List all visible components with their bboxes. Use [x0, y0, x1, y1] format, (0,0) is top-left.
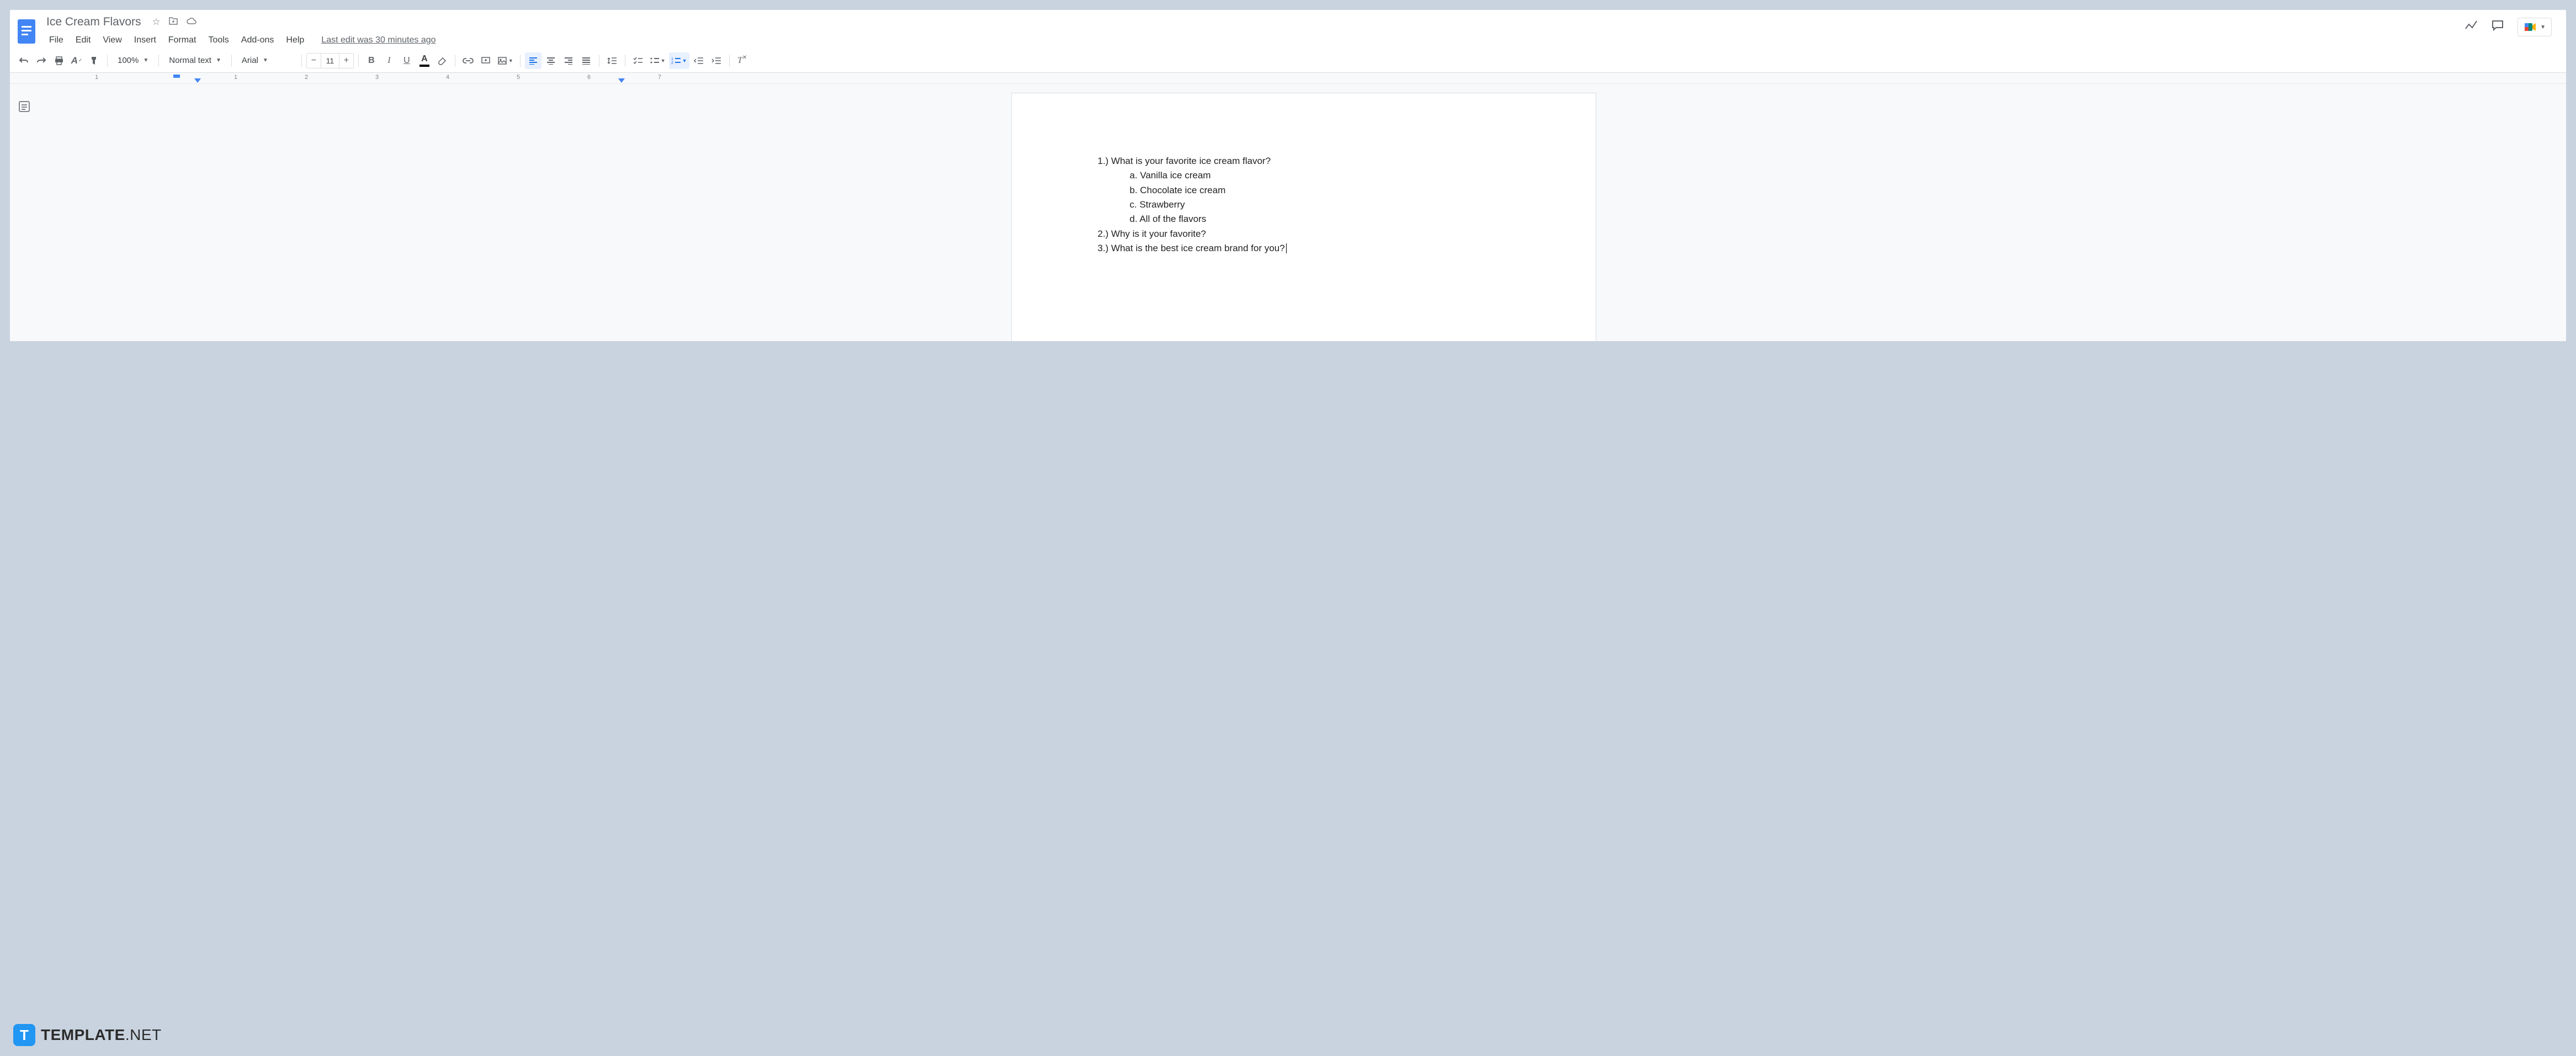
- text-cursor: [1286, 243, 1287, 253]
- separator: [729, 55, 730, 67]
- insert-image-button[interactable]: ▼: [495, 52, 516, 69]
- outline-gutter: [10, 84, 41, 341]
- document-title[interactable]: Ice Cream Flavors: [43, 14, 145, 30]
- menu-bar: File Edit View Insert Format Tools Add-o…: [43, 30, 2465, 47]
- font-size-control: − +: [306, 53, 354, 68]
- list-item[interactable]: b. Chocolate ice cream: [1095, 183, 1513, 198]
- menu-insert[interactable]: Insert: [129, 33, 161, 47]
- bulleted-list-button[interactable]: ▼: [647, 52, 668, 69]
- list-item[interactable]: d. All of the flavors: [1095, 212, 1513, 226]
- zoom-select[interactable]: 100%▼: [112, 52, 154, 69]
- insert-link-button[interactable]: [460, 52, 476, 69]
- outline-toggle-icon[interactable]: [18, 100, 33, 115]
- list-item[interactable]: 1.) What is your favorite ice cream flav…: [1095, 154, 1513, 168]
- watermark-logo-icon: T: [13, 1024, 35, 1046]
- spellcheck-button[interactable]: A✓: [68, 52, 85, 69]
- menu-tools[interactable]: Tools: [203, 33, 233, 47]
- increase-indent-button[interactable]: [708, 52, 725, 69]
- chevron-down-icon: ▼: [2540, 24, 2546, 30]
- list-item[interactable]: a. Vanilla ice cream: [1095, 168, 1513, 183]
- star-icon[interactable]: ☆: [152, 17, 161, 28]
- page-area[interactable]: 1.) What is your favorite ice cream flav…: [41, 84, 2566, 341]
- line-spacing-button[interactable]: [604, 52, 620, 69]
- title-bar: Ice Cream Flavors ☆ File Edit View Inser…: [10, 10, 2566, 49]
- svg-text:2: 2: [671, 61, 673, 65]
- separator: [231, 55, 232, 67]
- underline-button[interactable]: U: [399, 52, 415, 69]
- ruler-number: 7: [658, 74, 661, 81]
- list-item[interactable]: 2.) Why is it your favorite?: [1095, 227, 1513, 241]
- header-right: ▼: [2465, 13, 2561, 36]
- separator: [358, 55, 359, 67]
- document-content[interactable]: 1.) What is your favorite ice cream flav…: [1095, 154, 1513, 256]
- ruler-number: 6: [587, 74, 591, 81]
- font-size-input[interactable]: [321, 56, 339, 65]
- watermark: T TEMPLATE.NET: [13, 1024, 162, 1046]
- ruler-left-margin-marker[interactable]: [194, 78, 201, 83]
- ruler-number: 3: [375, 74, 379, 81]
- move-folder-icon[interactable]: [168, 17, 178, 28]
- app-window: Ice Cream Flavors ☆ File Edit View Inser…: [10, 10, 2566, 341]
- separator: [301, 55, 302, 67]
- align-right-button[interactable]: [560, 52, 577, 69]
- ruler[interactable]: 1 1 2 3 4 5 6 7: [10, 73, 2566, 84]
- menu-addons[interactable]: Add-ons: [236, 33, 279, 47]
- ruler-number: 1: [95, 74, 98, 81]
- clear-formatting-button[interactable]: T✕: [734, 52, 751, 69]
- comment-icon[interactable]: [2491, 19, 2504, 35]
- cloud-status-icon[interactable]: [186, 17, 197, 28]
- docs-logo-icon[interactable]: [15, 17, 38, 46]
- ruler-right-margin-marker[interactable]: [618, 78, 625, 83]
- decrease-indent-button[interactable]: [691, 52, 707, 69]
- italic-button[interactable]: I: [381, 52, 397, 69]
- menu-help[interactable]: Help: [281, 33, 309, 47]
- ruler-first-line-indent[interactable]: [173, 75, 180, 78]
- menu-format[interactable]: Format: [163, 33, 201, 47]
- ruler-number: 4: [446, 74, 449, 81]
- meet-button[interactable]: ▼: [2517, 18, 2552, 36]
- svg-text:1: 1: [671, 57, 673, 61]
- align-center-button[interactable]: [543, 52, 559, 69]
- list-item[interactable]: c. Strawberry: [1095, 198, 1513, 212]
- workspace: 1.) What is your favorite ice cream flav…: [10, 84, 2566, 341]
- list-item[interactable]: 3.) What is the best ice cream brand for…: [1095, 241, 1513, 256]
- separator: [158, 55, 159, 67]
- print-button[interactable]: [51, 52, 67, 69]
- toolbar: A✓ 100%▼ Normal text▼ Arial▼ − + B I U A…: [10, 49, 2566, 73]
- activity-icon[interactable]: [2465, 20, 2478, 34]
- ruler-number: 5: [517, 74, 520, 81]
- menu-view[interactable]: View: [98, 33, 126, 47]
- ruler-number: 1: [234, 74, 237, 81]
- ruler-number: 2: [305, 74, 308, 81]
- watermark-text: TEMPLATE.NET: [41, 1026, 162, 1044]
- bold-button[interactable]: B: [363, 52, 380, 69]
- align-left-button[interactable]: [525, 52, 541, 69]
- font-select[interactable]: Arial▼: [236, 52, 297, 69]
- insert-comment-button[interactable]: [477, 52, 494, 69]
- undo-button[interactable]: [15, 52, 32, 69]
- last-edit-link[interactable]: Last edit was 30 minutes ago: [321, 35, 435, 45]
- menu-edit[interactable]: Edit: [71, 33, 96, 47]
- separator: [107, 55, 108, 67]
- font-size-increase[interactable]: +: [339, 54, 353, 68]
- checklist-button[interactable]: [630, 52, 646, 69]
- highlight-button[interactable]: [434, 52, 450, 69]
- font-size-decrease[interactable]: −: [307, 54, 321, 68]
- text-color-button[interactable]: A: [416, 52, 433, 69]
- numbered-list-button[interactable]: 12▼: [669, 52, 689, 69]
- paragraph-style-select[interactable]: Normal text▼: [163, 52, 227, 69]
- paint-format-button[interactable]: [86, 52, 103, 69]
- document-page[interactable]: 1.) What is your favorite ice cream flav…: [1011, 93, 1596, 341]
- title-column: Ice Cream Flavors ☆ File Edit View Inser…: [43, 13, 2465, 47]
- align-justify-button[interactable]: [578, 52, 594, 69]
- menu-file[interactable]: File: [44, 33, 68, 47]
- redo-button[interactable]: [33, 52, 50, 69]
- doc-title-row: Ice Cream Flavors ☆: [43, 13, 2465, 30]
